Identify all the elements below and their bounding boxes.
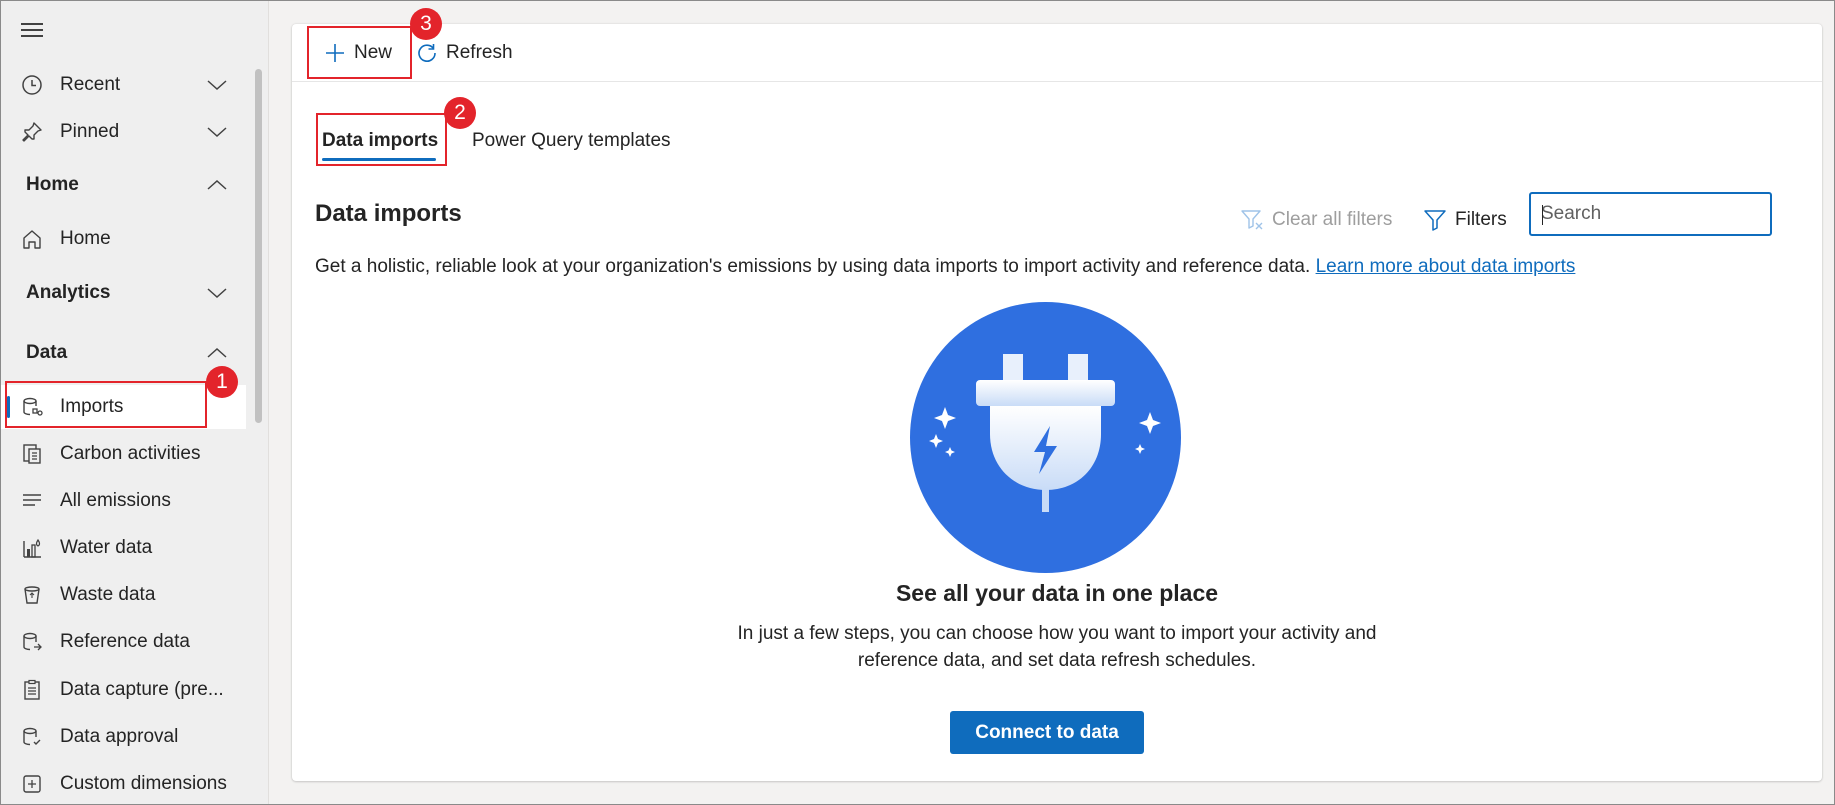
database-arrow-icon	[20, 630, 44, 654]
command-bar: New Refresh	[292, 24, 1822, 82]
search-input-container[interactable]	[1529, 192, 1772, 236]
refresh-icon	[418, 44, 436, 62]
chevron-up-icon[interactable]	[205, 173, 229, 197]
nav-custom-dimensions-label: Custom dimensions	[60, 773, 227, 794]
nav-water-data[interactable]: Water data	[1, 526, 246, 570]
pin-icon	[20, 120, 44, 144]
refresh-button-label: Refresh	[446, 42, 513, 63]
database-check-icon	[20, 725, 44, 749]
filters-label: Filters	[1455, 209, 1507, 230]
document-list-icon	[20, 442, 44, 466]
chevron-down-icon[interactable]	[205, 120, 229, 144]
nav-carbon-activities-label: Carbon activities	[60, 443, 201, 464]
callout-box-imports	[5, 381, 207, 428]
nav-waste-data-label: Waste data	[60, 584, 156, 605]
callout-badge-3: 3	[410, 8, 442, 40]
empty-state-description: In just a few steps, you can choose how …	[737, 623, 1377, 671]
clipboard-icon	[20, 678, 44, 702]
nav-water-data-label: Water data	[60, 537, 153, 558]
section-data[interactable]: Data	[1, 331, 246, 375]
chevron-down-icon[interactable]	[205, 73, 229, 97]
filter-icon	[1424, 210, 1446, 231]
clear-all-filters-label: Clear all filters	[1272, 209, 1393, 230]
nav-pinned[interactable]: Pinned	[1, 110, 246, 154]
connect-to-data-button[interactable]: Connect to data	[950, 711, 1144, 754]
nav-data-approval[interactable]: Data approval	[1, 715, 246, 759]
callout-badge-2: 2	[444, 97, 476, 129]
nav-custom-dimensions[interactable]: Custom dimensions	[1, 762, 246, 805]
filters-button[interactable]: Filters	[1423, 198, 1507, 242]
nav-recent-label: Recent	[60, 74, 121, 95]
nav-data-approval-label: Data approval	[60, 726, 179, 747]
text-lines-icon	[20, 489, 44, 513]
water-chart-icon	[20, 536, 44, 560]
page-description: Get a holistic, reliable look at your or…	[315, 256, 1575, 278]
page-title: Data imports	[315, 200, 462, 227]
nav-data-capture-label: Data capture (pre...	[60, 679, 224, 700]
tab-power-query-templates-label: Power Query templates	[472, 130, 671, 151]
learn-more-link[interactable]: Learn more about data imports	[1316, 256, 1576, 277]
nav-all-emissions-label: All emissions	[60, 490, 171, 511]
section-analytics[interactable]: Analytics	[1, 271, 246, 315]
main-content: New Refresh Data imports Power Query tem…	[292, 24, 1822, 781]
description-text: Get a holistic, reliable look at your or…	[315, 256, 1311, 277]
callout-box-new-button	[307, 26, 412, 79]
nav-recent[interactable]: Recent	[1, 63, 246, 107]
chevron-up-icon[interactable]	[205, 341, 229, 365]
hamburger-menu-icon[interactable]	[21, 23, 43, 39]
search-input[interactable]	[1541, 203, 1770, 225]
chevron-down-icon[interactable]	[205, 281, 229, 305]
section-home[interactable]: Home	[1, 163, 246, 207]
tab-power-query-templates[interactable]: Power Query templates	[472, 116, 671, 166]
cube-icon	[20, 772, 44, 796]
section-analytics-label: Analytics	[26, 282, 111, 303]
nav-carbon-activities[interactable]: Carbon activities	[1, 432, 246, 476]
nav-all-emissions[interactable]: All emissions	[1, 479, 246, 523]
callout-badge-1: 1	[206, 366, 238, 398]
nav-waste-data[interactable]: Waste data	[1, 573, 246, 617]
clock-icon	[20, 73, 44, 97]
section-home-label: Home	[26, 174, 79, 195]
nav-pinned-label: Pinned	[60, 121, 120, 142]
nav-data-capture[interactable]: Data capture (pre...	[1, 668, 246, 712]
sidebar-scrollbar[interactable]	[255, 69, 262, 423]
filter-clear-icon	[1241, 210, 1263, 230]
callout-box-data-imports-tab	[316, 113, 447, 166]
recycle-bin-icon	[20, 583, 44, 607]
text-cursor	[1542, 205, 1543, 225]
empty-state-title: See all your data in one place	[895, 580, 1219, 606]
clear-all-filters-button[interactable]: Clear all filters	[1240, 198, 1392, 242]
nav-reference-data[interactable]: Reference data	[1, 620, 246, 664]
section-data-label: Data	[26, 342, 68, 363]
nav-reference-data-label: Reference data	[60, 631, 190, 652]
nav-home[interactable]: Home	[1, 217, 246, 261]
plug-illustration	[910, 302, 1181, 573]
home-icon	[20, 227, 44, 251]
nav-home-label: Home	[60, 228, 111, 249]
